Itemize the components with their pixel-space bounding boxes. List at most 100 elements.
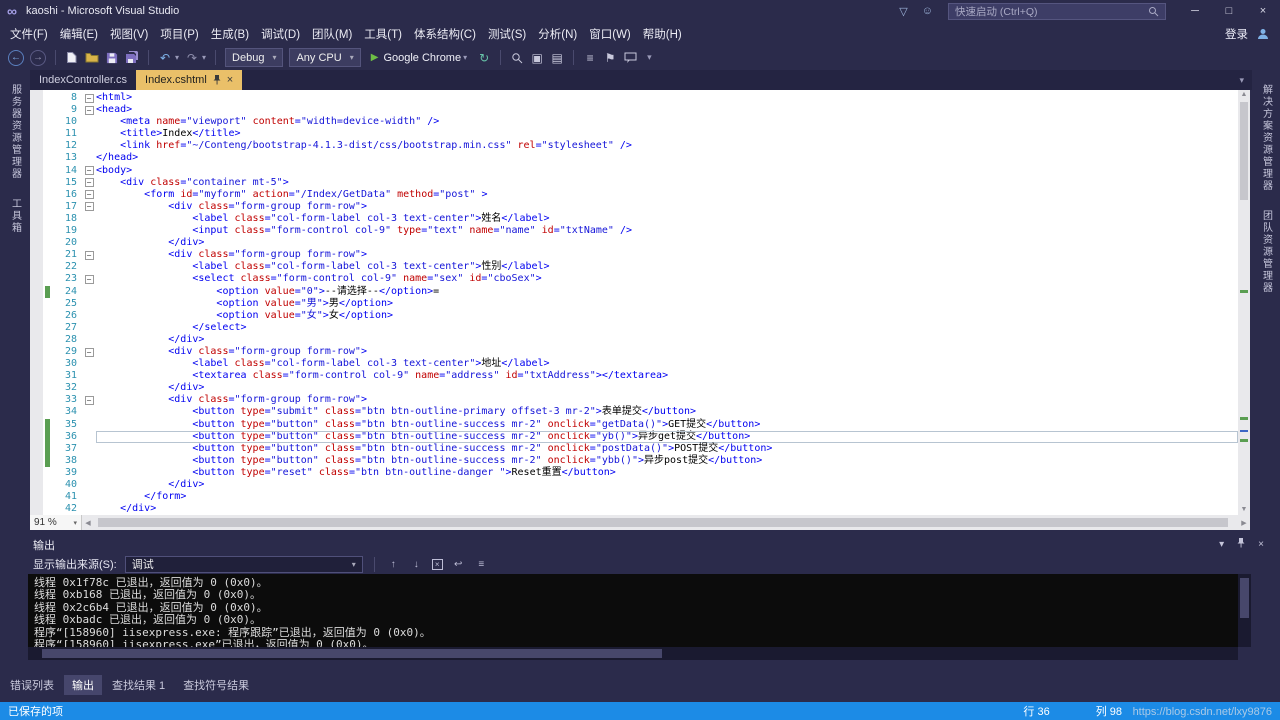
collapse-icon[interactable]: − <box>85 106 94 115</box>
output-panel-header[interactable]: 输出 ▾ × <box>0 535 1280 554</box>
menu-item[interactable]: 项目(P) <box>154 22 204 46</box>
code-line[interactable]: 19 <input class="form-control col-9" typ… <box>30 225 1238 237</box>
code-line[interactable]: 28 </div> <box>30 334 1238 346</box>
panel-tab[interactable]: 错误列表 <box>2 675 62 695</box>
fold-margin[interactable]: − <box>82 189 96 201</box>
code-line[interactable]: 30 <label class="col-form-label col-3 te… <box>30 358 1238 370</box>
solution-platform-dropdown[interactable]: Any CPU▾ <box>289 48 360 67</box>
fold-margin[interactable]: − <box>82 165 96 177</box>
editor-horizontal-scrollbar[interactable] <box>94 515 1238 530</box>
breakpoint-margin[interactable] <box>30 201 43 213</box>
code-line[interactable]: 20 </div> <box>30 237 1238 249</box>
breakpoint-margin[interactable] <box>30 394 43 406</box>
menu-item[interactable]: 视图(V) <box>104 22 154 46</box>
code-editor[interactable]: 8−<html>9−<head>10 <meta name="viewport"… <box>30 90 1250 515</box>
code-line[interactable]: 18 <label class="col-form-label col-3 te… <box>30 213 1238 225</box>
code-line[interactable]: 14−<body> <box>30 165 1238 177</box>
fold-margin[interactable]: − <box>82 249 96 261</box>
code-line[interactable]: 36 <button type="button" class="btn btn-… <box>30 431 1238 443</box>
breakpoint-margin[interactable] <box>30 455 43 467</box>
tool-window-tab[interactable]: 解决方案资源管理器 <box>1259 84 1274 192</box>
breakpoint-margin[interactable] <box>30 322 43 334</box>
collapse-icon[interactable]: − <box>85 396 94 405</box>
breakpoint-margin[interactable] <box>30 467 43 479</box>
fold-margin[interactable]: − <box>82 394 96 406</box>
split-window-icon[interactable]: ▤ <box>550 49 564 67</box>
code-line[interactable]: 32 </div> <box>30 382 1238 394</box>
breakpoint-margin[interactable] <box>30 116 43 128</box>
breakpoint-margin[interactable] <box>30 165 43 177</box>
breakpoint-margin[interactable] <box>30 213 43 225</box>
menu-item[interactable]: 工具(T) <box>358 22 408 46</box>
start-debugging-button[interactable]: ▶ Google Chrome ▾ <box>367 52 471 64</box>
menu-item[interactable]: 分析(N) <box>532 22 583 46</box>
panel-tab[interactable]: 输出 <box>64 675 102 695</box>
bookmark-icon[interactable]: ⚑ <box>603 49 617 67</box>
code-line[interactable]: 26 <option value="女">女</option> <box>30 310 1238 322</box>
collapse-icon[interactable]: − <box>85 166 94 175</box>
task-list-icon[interactable]: ≡ <box>583 49 597 67</box>
solution-configuration-dropdown[interactable]: Debug▾ <box>225 48 283 67</box>
close-tab-icon[interactable]: × <box>227 74 233 86</box>
save-icon[interactable] <box>105 49 119 67</box>
output-text-area[interactable]: 线程 0x1f78c 已退出，返回值为 0 (0x0)。线程 0xb168 已退… <box>28 574 1238 647</box>
document-list-dropdown-icon[interactable]: ▾ <box>1239 75 1244 86</box>
code-line[interactable]: 38 <button type="button" class="btn btn-… <box>30 455 1238 467</box>
scrollbar-thumb[interactable] <box>1240 578 1249 618</box>
code-line[interactable]: 17− <div class="form-group form-row"> <box>30 201 1238 213</box>
code-line[interactable]: 9−<head> <box>30 104 1238 116</box>
word-wrap-icon[interactable]: ↩ <box>451 559 466 570</box>
zoom-dropdown[interactable]: 91 % ▾ <box>30 515 82 530</box>
collapse-icon[interactable]: − <box>85 251 94 260</box>
breakpoint-margin[interactable] <box>30 140 43 152</box>
find-in-files-icon[interactable] <box>510 49 524 67</box>
breakpoint-margin[interactable] <box>30 261 43 273</box>
window-position-icon[interactable]: ▾ <box>1219 539 1224 550</box>
menu-item[interactable]: 窗口(W) <box>583 22 637 46</box>
scrollbar-thumb[interactable] <box>1240 102 1248 200</box>
tool-window-tab[interactable]: 服务器资源管理器 <box>8 84 23 180</box>
breakpoint-margin[interactable] <box>30 491 43 503</box>
scroll-left-icon[interactable]: ◀ <box>82 519 94 527</box>
comment-out-icon[interactable] <box>623 49 637 67</box>
collapse-icon[interactable]: − <box>85 202 94 211</box>
menu-item[interactable]: 生成(B) <box>205 22 255 46</box>
fold-margin[interactable]: − <box>82 92 96 104</box>
code-line[interactable]: 16− <form id="myform" action="/Index/Get… <box>30 189 1238 201</box>
panel-tab[interactable]: 查找结果 1 <box>104 675 173 695</box>
code-line[interactable]: 33− <div class="form-group form-row"> <box>30 394 1238 406</box>
save-all-icon[interactable] <box>125 49 139 67</box>
undo-dropdown-icon[interactable]: ▾ <box>175 53 179 62</box>
browser-link-refresh-icon[interactable]: ↻ <box>477 49 491 67</box>
code-line[interactable]: 21− <div class="form-group form-row"> <box>30 249 1238 261</box>
code-line[interactable]: 34 <button type="submit" class="btn btn-… <box>30 406 1238 418</box>
tool-window-tab[interactable]: 工具箱 <box>8 198 23 234</box>
menu-item[interactable]: 帮助(H) <box>637 22 688 46</box>
new-window-icon[interactable]: ▣ <box>530 49 544 67</box>
menu-item[interactable]: 体系结构(C) <box>408 22 482 46</box>
code-line[interactable]: 12 <link href="~/Conteng/bootstrap-4.1.3… <box>30 140 1238 152</box>
code-line[interactable]: 40 </div> <box>30 479 1238 491</box>
breakpoint-margin[interactable] <box>30 152 43 164</box>
breakpoint-margin[interactable] <box>30 249 43 261</box>
maximize-button[interactable]: □ <box>1212 0 1246 22</box>
breakpoint-margin[interactable] <box>30 406 43 418</box>
output-vertical-scrollbar[interactable] <box>1238 574 1251 647</box>
close-button[interactable]: × <box>1246 0 1280 22</box>
code-line[interactable]: 35 <button type="button" class="btn btn-… <box>30 419 1238 431</box>
feedback-icon[interactable]: ☺ <box>922 5 933 17</box>
toolbar-overflow-icon[interactable]: ▾ <box>647 52 652 63</box>
breakpoint-margin[interactable] <box>30 273 43 285</box>
collapse-icon[interactable]: − <box>85 178 94 187</box>
goto-next-message-icon[interactable]: ↓ <box>409 559 424 570</box>
code-line[interactable]: 39 <button type="reset" class="btn btn-o… <box>30 467 1238 479</box>
quick-launch-search[interactable]: 快速启动 (Ctrl+Q) <box>948 3 1166 20</box>
tool-window-tab[interactable]: 团队资源管理器 <box>1259 210 1274 294</box>
scroll-down-icon[interactable]: ▼ <box>1238 505 1250 515</box>
menu-item[interactable]: 文件(F) <box>4 22 54 46</box>
breakpoint-margin[interactable] <box>30 177 43 189</box>
scrollbar-thumb[interactable] <box>98 518 1228 527</box>
breakpoint-margin[interactable] <box>30 419 43 431</box>
breakpoint-margin[interactable] <box>30 334 43 346</box>
open-file-icon[interactable] <box>85 49 99 67</box>
